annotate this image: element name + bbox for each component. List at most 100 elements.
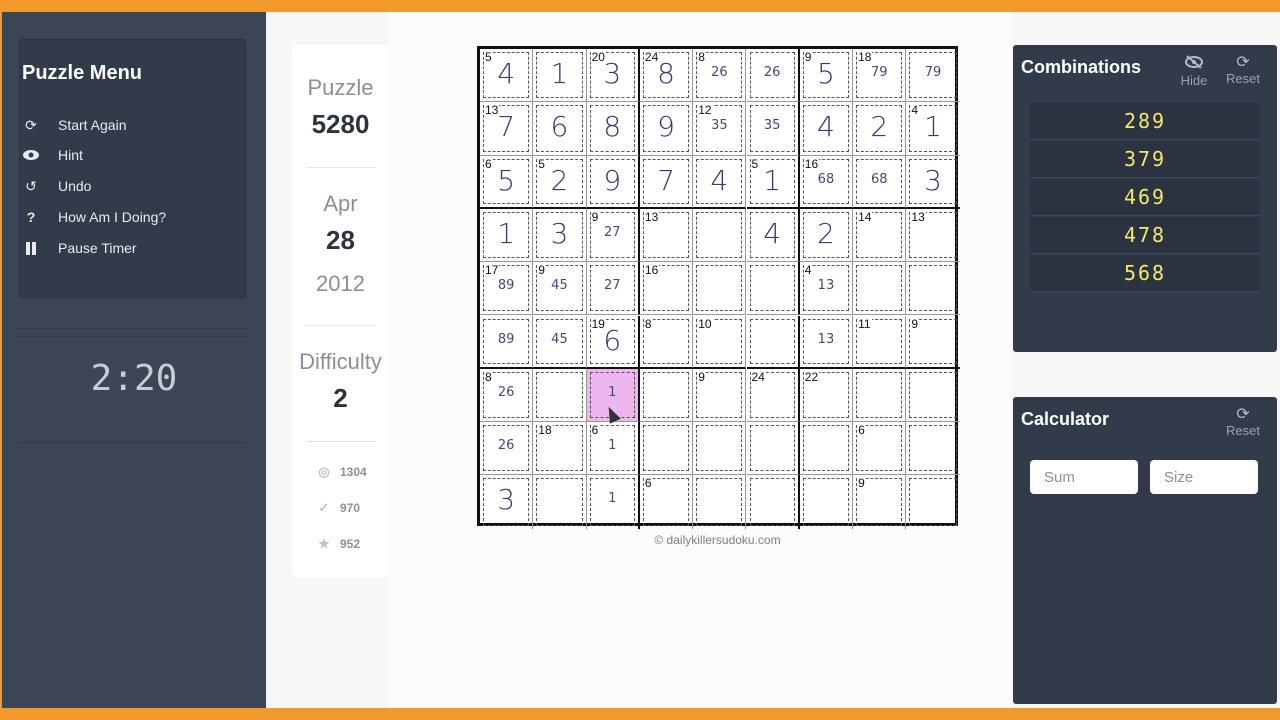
grid-cell[interactable] — [693, 208, 747, 263]
grid-cell[interactable] — [747, 475, 800, 529]
how-am-i-doing-button[interactable]: ? How Am I Doing? — [22, 205, 166, 229]
grid-cell[interactable]: 9 — [853, 475, 907, 529]
grid-cell[interactable]: 89 — [480, 315, 534, 369]
grid-cell[interactable]: 2 — [799, 208, 854, 263]
grid-cell[interactable]: 4 — [746, 208, 800, 263]
grid-cell[interactable]: 65 — [480, 155, 534, 209]
grid-cell[interactable] — [693, 422, 747, 476]
grid-cell[interactable]: 20 3 — [586, 49, 640, 103]
grid-cell[interactable] — [906, 422, 960, 476]
grid-cell[interactable] — [639, 422, 694, 476]
grid-cell[interactable] — [746, 262, 800, 316]
grid-cell[interactable]: 22 — [799, 368, 854, 423]
grid-cell[interactable]: 7 — [639, 155, 694, 209]
grid-cell[interactable] — [800, 475, 854, 529]
copyright-text: © dailykillersudoku.com — [654, 533, 781, 547]
pause-timer-label: Pause Timer — [58, 240, 137, 256]
grid-cell[interactable]: 3 — [480, 475, 534, 529]
sum-input[interactable] — [1030, 460, 1138, 494]
grid-cell[interactable]: 41 — [906, 102, 960, 156]
grid-cell[interactable]: 26 — [480, 422, 534, 476]
calculator-reset-button[interactable]: ⟳ Reset — [1223, 407, 1263, 439]
grid-cell[interactable]: 13 7 — [480, 102, 534, 156]
grid-cell[interactable] — [906, 369, 960, 423]
grid-cell[interactable]: 27 — [586, 262, 640, 316]
cell-candidates: 89 — [497, 278, 515, 294]
grid-cell[interactable]: 8 — [639, 315, 694, 369]
grid-cell[interactable] — [693, 475, 747, 529]
grid-cell[interactable] — [746, 422, 800, 476]
grid-cell[interactable]: 11 — [853, 315, 907, 369]
grid-cell[interactable]: 17 89 — [480, 262, 534, 316]
grid-cell[interactable]: 14 — [853, 208, 907, 263]
grid-cell[interactable]: 18 79 — [853, 49, 907, 103]
grid-cell[interactable]: 52 — [533, 155, 587, 209]
grid-cell[interactable]: 24 — [746, 368, 800, 423]
grid-cell[interactable]: 13 — [906, 209, 960, 263]
grid-cell[interactable]: 9 — [693, 368, 747, 423]
grid-cell[interactable] — [639, 368, 694, 423]
grid-cell[interactable]: 12 35 — [693, 102, 747, 156]
grid-cell[interactable]: 2 — [853, 102, 907, 156]
grid-cell[interactable]: 54 — [480, 49, 534, 103]
grid-cell[interactable]: 68 — [853, 155, 907, 209]
grid-cell[interactable]: 51 — [746, 155, 800, 209]
grid-cell[interactable]: 9 — [639, 102, 694, 156]
grid-cell[interactable]: 18 — [533, 422, 587, 476]
hide-button[interactable]: Hide — [1174, 55, 1214, 88]
grid-cell[interactable]: 79 — [906, 49, 960, 103]
grid-cell[interactable]: 6 — [640, 475, 694, 529]
grid-cell[interactable]: 19 6 — [586, 315, 640, 369]
grid-cell[interactable]: 24 8 — [639, 49, 694, 103]
cell-value: 7 — [657, 163, 675, 197]
grid-cell[interactable] — [853, 368, 907, 423]
grid-cell[interactable] — [853, 262, 907, 316]
grid-cell[interactable]: 9 27 — [586, 208, 640, 263]
grid-cell[interactable]: 16 68 — [799, 155, 854, 209]
grid-cell[interactable]: 26 — [746, 49, 800, 103]
cage-outline — [909, 478, 957, 526]
grid-cell[interactable]: 61 — [586, 422, 640, 476]
grid-cell[interactable]: 6 — [533, 102, 587, 156]
pause-timer-button[interactable]: Pause Timer — [22, 236, 137, 260]
grid-cell[interactable]: 95 — [799, 49, 854, 103]
grid-cell[interactable]: 3 — [906, 156, 960, 209]
cell-candidates: 79 — [870, 65, 888, 80]
grid-cell[interactable]: 45 — [533, 315, 587, 369]
size-input[interactable] — [1150, 460, 1258, 494]
grid-cell[interactable]: 9 45 — [533, 262, 587, 316]
grid-cell[interactable]: 9 — [906, 316, 960, 369]
grid-cell[interactable]: 4 — [693, 155, 747, 209]
cage-sum: 22 — [803, 369, 820, 384]
grid-cell[interactable] — [693, 262, 747, 316]
grid-cell[interactable] — [746, 315, 800, 369]
start-again-button[interactable]: ⟳ Start Again — [22, 113, 126, 137]
grid-cell[interactable]: 9 — [586, 155, 640, 209]
cage-sum: 8 — [697, 50, 706, 64]
grid-cell[interactable]: 4 — [799, 102, 854, 156]
grid-cell[interactable]: 16 — [639, 262, 694, 316]
cage-outline — [749, 425, 795, 472]
grid-cell[interactable]: 8 — [586, 102, 640, 156]
grid-cell[interactable] — [799, 422, 854, 476]
grid-cell[interactable]: 8 26 — [480, 368, 534, 423]
combinations-reset-button[interactable]: ⟳ Reset — [1223, 55, 1263, 87]
grid-cell[interactable]: 35 — [746, 102, 800, 156]
grid-cell[interactable]: 3 — [533, 208, 587, 263]
grid-cell[interactable] — [906, 262, 960, 316]
cage-sum: 9 — [910, 316, 920, 331]
grid-cell[interactable]: 13 — [639, 208, 694, 263]
grid-cell[interactable] — [906, 475, 959, 528]
grid-cell[interactable] — [533, 475, 587, 529]
grid-cell[interactable]: 1 — [587, 475, 640, 529]
undo-button[interactable]: ↺ Undo — [22, 174, 91, 198]
hint-button[interactable]: Hint — [22, 143, 83, 167]
grid-cell[interactable]: 6 — [853, 422, 907, 476]
grid-cell[interactable] — [533, 368, 587, 423]
grid-cell[interactable]: 10 — [693, 315, 747, 369]
grid-cell[interactable]: 4 13 — [799, 262, 854, 316]
grid-cell[interactable]: 13 — [799, 315, 854, 369]
grid-cell[interactable]: 1 — [533, 49, 587, 103]
grid-cell[interactable]: 1 — [480, 208, 534, 263]
grid-cell[interactable]: 8 26 — [693, 49, 747, 103]
